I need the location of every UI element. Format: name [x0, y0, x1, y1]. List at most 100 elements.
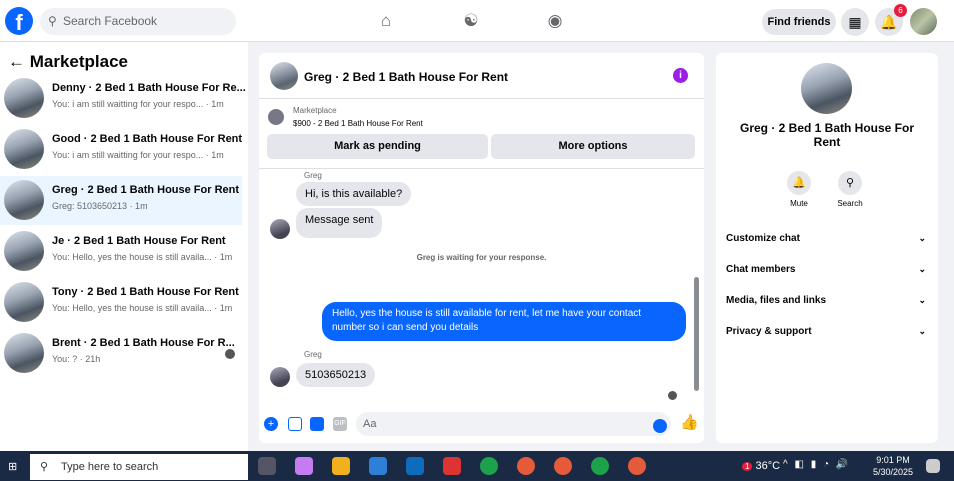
chevron-down-icon: ⌄: [918, 264, 926, 274]
listing-thumbnail: [4, 78, 44, 118]
chrome-icon[interactable]: [480, 457, 498, 475]
file-explorer-icon[interactable]: [332, 457, 350, 475]
chrome-profile-icon[interactable]: [554, 457, 572, 475]
search-icon[interactable]: ⚲: [838, 171, 862, 195]
listing-thumbnail: [4, 231, 44, 271]
chevron-down-icon: ⌄: [918, 233, 926, 243]
conversation-title: Denny · 2 Bed 1 Bath House For Re...: [52, 82, 246, 94]
listing-thumbnail: [4, 282, 44, 322]
incoming-message: Message sent: [296, 208, 383, 238]
privacy-support-row[interactable]: Privacy & support ⌄: [726, 326, 926, 337]
chevron-down-icon: ⌄: [918, 326, 926, 336]
customize-chat-row[interactable]: Customize chat ⌄: [726, 233, 926, 244]
sender-name: Greg: [304, 350, 322, 359]
conversation-preview: You: i am still waitting for your respo.…: [52, 99, 224, 109]
conversation-preview: You: Hello, yes the house is still avail…: [52, 303, 233, 313]
message-thread[interactable]: Greg Hi, is this available? Message sent…: [259, 168, 704, 405]
menu-grid-icon[interactable]: ▦: [841, 8, 869, 36]
taskbar-search-box[interactable]: ⚲ Type here to search: [30, 454, 248, 480]
copilot-icon[interactable]: [295, 457, 313, 475]
marketplace-label: Marketplace: [293, 106, 337, 115]
search-icon: ⚲: [48, 14, 57, 28]
mute-bell-icon[interactable]: 🔔: [787, 171, 811, 195]
listing-thumbnail: [4, 129, 44, 169]
gif-icon[interactable]: GIF: [333, 417, 347, 431]
groups-icon[interactable]: ◉: [543, 10, 567, 32]
conversation-title: Tony · 2 Bed 1 Bath House For Rent: [52, 286, 239, 298]
conversation-item[interactable]: Tony · 2 Bed 1 Bath House For Rent You: …: [0, 278, 242, 327]
info-icon[interactable]: i: [673, 68, 688, 83]
chat-scrollbar[interactable]: [693, 169, 700, 405]
message-composer: + GIF Aa 👍: [259, 409, 704, 441]
photo-icon[interactable]: [288, 417, 302, 431]
system-tray-icons[interactable]: ^ ◧ ▮ ◔ 🔊: [783, 459, 850, 470]
conversation-title: Brent · 2 Bed 1 Bath House For R...: [52, 337, 235, 349]
seen-avatar: [668, 391, 677, 400]
marketplace-title: ← Marketplace: [8, 52, 129, 71]
chat-panel: Greg · 2 Bed 1 Bath House For Rent i Mar…: [259, 53, 704, 443]
details-title: Greg · 2 Bed 1 Bath House For Rent: [739, 121, 915, 149]
listing-photo[interactable]: [801, 63, 852, 114]
message-input[interactable]: Aa: [356, 412, 671, 436]
conversation-title: Greg · 2 Bed 1 Bath House For Rent: [52, 184, 240, 196]
incoming-message: Hi, is this available?: [296, 182, 412, 206]
weather-badge: 1: [742, 462, 753, 471]
conversation-item[interactable]: Je · 2 Bed 1 Bath House For Rent You: He…: [0, 227, 242, 276]
chrome-profile-icon[interactable]: [517, 457, 535, 475]
scrollbar-thumb[interactable]: [694, 277, 699, 391]
chat-members-row[interactable]: Chat members ⌄: [726, 264, 926, 275]
sticker-icon[interactable]: [310, 417, 324, 431]
app-icon[interactable]: [443, 457, 461, 475]
weather-widget[interactable]: 1 36°C: [742, 460, 780, 472]
listing-price-line[interactable]: $900 - 2 Bed 1 Bath House For Rent: [293, 119, 423, 128]
conversation-item[interactable]: Denny · 2 Bed 1 Bath House For Re... You…: [0, 74, 246, 123]
conversation-preview: You: ? · 21h: [52, 354, 101, 364]
back-arrow-icon[interactable]: ←: [8, 52, 25, 71]
chat-header: Greg · 2 Bed 1 Bath House For Rent i: [259, 53, 704, 99]
search-label: Search: [837, 199, 863, 208]
listing-thumbnail: [4, 180, 44, 220]
conversation-title: Je · 2 Bed 1 Bath House For Rent: [52, 235, 226, 247]
conversation-preview: You: i am still waitting for your respo.…: [52, 150, 224, 160]
add-plus-icon[interactable]: +: [264, 417, 278, 431]
windows-taskbar: ⊞ ⚲ Type here to search 1 36°C ^ ◧ ▮ ◔ 🔊…: [0, 451, 954, 481]
sender-avatar[interactable]: [270, 219, 290, 239]
chrome-profile-icon[interactable]: [591, 457, 609, 475]
search-placeholder: Search Facebook: [63, 14, 158, 28]
mark-as-pending-button[interactable]: Mark as pending: [267, 134, 488, 159]
more-options-button[interactable]: More options: [491, 134, 695, 159]
profile-avatar[interactable]: [910, 8, 937, 35]
chat-details-panel: Greg · 2 Bed 1 Bath House For Rent 🔔 Mut…: [716, 53, 938, 443]
search-input[interactable]: ⚲ Search Facebook: [40, 8, 236, 35]
emoji-icon[interactable]: [653, 419, 667, 433]
conversation-item[interactable]: Brent · 2 Bed 1 Bath House For R... You:…: [0, 329, 242, 378]
conversation-preview: You: Hello, yes the house is still avail…: [52, 252, 233, 262]
outlook-icon[interactable]: [406, 457, 424, 475]
clock[interactable]: 9:01 PM 5/30/2025: [873, 454, 913, 478]
task-view-icon[interactable]: [258, 457, 276, 475]
marketplace-listing-thumbnail: [268, 109, 284, 125]
conversation-item[interactable]: Good · 2 Bed 1 Bath House For Rent You: …: [0, 125, 242, 174]
facebook-logo[interactable]: f: [5, 7, 33, 35]
outgoing-message: Hello, yes the house is still available …: [322, 302, 686, 341]
chrome-profile-icon[interactable]: [628, 457, 646, 475]
conversation-preview: Greg: 5103650213 · 1m: [52, 201, 148, 211]
friends-icon[interactable]: ☯: [459, 10, 483, 32]
find-friends-button[interactable]: Find friends: [762, 9, 836, 35]
windows-start-icon[interactable]: ⊞: [8, 460, 20, 473]
listing-thumbnail: [4, 333, 44, 373]
chat-listing-thumbnail[interactable]: [270, 62, 298, 90]
conversation-title: Good · 2 Bed 1 Bath House For Rent: [52, 133, 243, 145]
like-thumb-icon[interactable]: 👍: [680, 415, 699, 430]
sender-avatar[interactable]: [270, 367, 290, 387]
home-icon[interactable]: ⌂: [374, 10, 398, 32]
top-navigation-bar: f ⚲ Search Facebook ⌂ ☯ ◉ Find friends ▦…: [0, 0, 954, 42]
seen-avatar: [225, 349, 235, 359]
notifications-center-icon[interactable]: [926, 459, 940, 473]
microsoft-store-icon[interactable]: [369, 457, 387, 475]
chat-title[interactable]: Greg · 2 Bed 1 Bath House For Rent: [304, 70, 508, 84]
waiting-notice: Greg is waiting for your response.: [416, 253, 547, 262]
media-files-links-row[interactable]: Media, files and links ⌄: [726, 295, 926, 306]
incoming-message: 5103650213: [296, 363, 376, 387]
conversation-item-active[interactable]: Greg · 2 Bed 1 Bath House For Rent Greg:…: [0, 176, 242, 225]
